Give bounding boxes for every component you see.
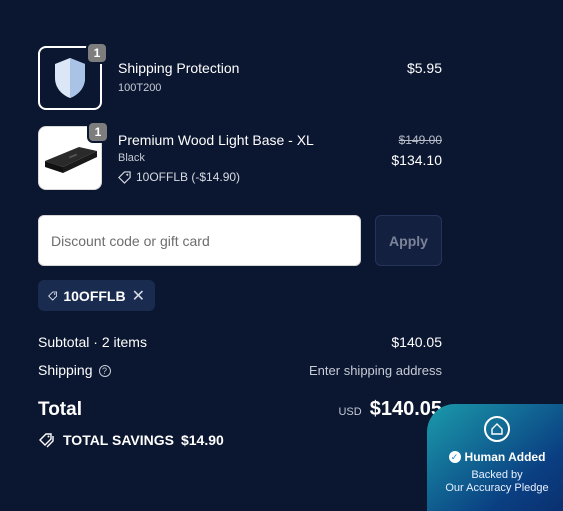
- remove-discount-icon[interactable]: ✕: [132, 286, 145, 306]
- item-thumbnail: 1: [38, 42, 108, 110]
- total-label: Total: [38, 398, 82, 420]
- shipping-row: Shipping? Enter shipping address: [38, 362, 442, 378]
- badge-subtitle-line2: Our Accuracy Pledge: [445, 482, 549, 494]
- discount-code-input[interactable]: [38, 215, 361, 266]
- help-icon[interactable]: ?: [98, 365, 111, 378]
- subtotal-value: $140.05: [391, 334, 442, 350]
- currency-code: USD: [338, 406, 362, 418]
- savings-label: TOTAL SAVINGS: [63, 432, 174, 448]
- item-name: Shipping Protection: [118, 60, 240, 76]
- shipping-label: Shipping: [38, 362, 93, 378]
- subtotal-label: Subtotal · 2 items: [38, 334, 147, 350]
- item-variant: 100T200: [118, 82, 162, 94]
- house-icon: [484, 416, 510, 442]
- item-variant: Black: [118, 152, 145, 164]
- savings-value: $14.90: [180, 432, 224, 448]
- total-row: Total USD $140.05: [38, 398, 442, 421]
- human-added-badge[interactable]: ✓ Human Added Backed by Our Accuracy Ple…: [427, 404, 563, 511]
- badge-title-text: Human Added: [464, 450, 546, 464]
- item-thumbnail: 1: [38, 121, 109, 190]
- apply-button[interactable]: Apply: [375, 215, 442, 266]
- badge-title: ✓ Human Added: [448, 450, 546, 464]
- subtotal-row: Subtotal · 2 items $140.05: [38, 334, 442, 350]
- badge-subtitle: Backed by Our Accuracy Pledge: [445, 469, 548, 495]
- tag-icon: [118, 170, 131, 184]
- item-price: $134.10: [391, 152, 442, 168]
- item-discount-text: 10OFFLB (-$14.90): [136, 170, 241, 184]
- tags-icon: [39, 433, 54, 448]
- tag-icon: [48, 291, 58, 301]
- badge-subtitle-line1: Backed by: [471, 469, 523, 481]
- quantity-badge: 1: [86, 42, 108, 64]
- item-price: $5.95: [406, 60, 442, 76]
- item-original-price: $149.00: [398, 133, 442, 147]
- item-discount: 10OFFLB (-$14.90): [118, 170, 240, 184]
- total-savings: TOTAL SAVINGS $14.90: [38, 432, 224, 448]
- quantity-badge: 1: [87, 121, 109, 143]
- item-name: Premium Wood Light Base - XL: [118, 132, 314, 148]
- shipping-value: Enter shipping address: [309, 362, 442, 378]
- applied-discount-chip: 10OFFLB ✕: [38, 280, 155, 311]
- applied-discount-code: 10OFFLB: [63, 287, 126, 304]
- check-icon: ✓: [448, 451, 461, 463]
